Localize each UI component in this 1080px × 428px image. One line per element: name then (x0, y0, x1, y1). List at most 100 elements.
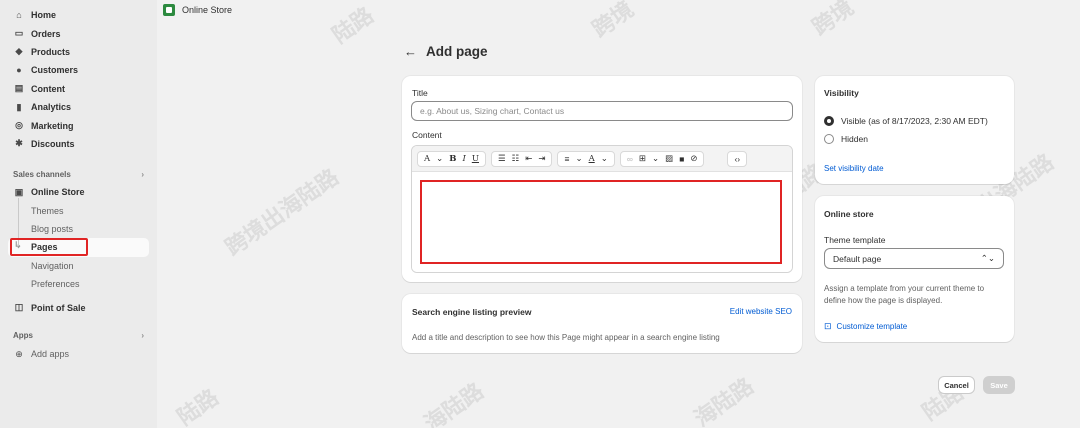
editor-toolbar: A ⌄ B I U ☰ ☷ ⇤ ⇥ ≡ ⌄ A ⌄ ∞ ⊞ ⌄ ▨ ■ ⊘ ‹› (412, 146, 792, 172)
sidebar-item-label: Analytics (31, 102, 72, 113)
sidebar-subitem-label: Themes (31, 205, 64, 216)
align-group: ≡ ⌄ A ⌄ (557, 150, 615, 167)
discount-icon: ✱ (15, 138, 23, 149)
watermark: 海陆路 (690, 373, 759, 428)
highlight-box-editor (420, 180, 782, 264)
orders-icon: ▭ (14, 28, 24, 39)
radio-unselected[interactable] (824, 134, 834, 144)
set-visibility-date-link[interactable]: Set visibility date (824, 164, 884, 173)
sidebar-item-orders[interactable]: ▭ Orders (0, 24, 157, 42)
online-store-title: Online store (824, 209, 874, 219)
select-arrows-icon: ⌃⌄ (980, 253, 995, 263)
sidebar-subitem-blog-posts[interactable]: Blog posts (0, 220, 157, 238)
cancel-button[interactable]: Cancel (938, 376, 975, 394)
sidebar-subitem-label: Blog posts (31, 224, 74, 235)
content-icon: ▤ (14, 83, 24, 94)
radio-selected[interactable] (824, 116, 834, 126)
sales-channels-header[interactable]: Sales channels › (0, 165, 157, 183)
watermark: 跨境 (808, 0, 859, 41)
text-format-group: A ⌄ B I U (417, 150, 486, 167)
sidebar-item-products[interactable]: ◆ Products (0, 43, 157, 61)
sidebar-item-discounts[interactable]: ✱ Discounts (0, 135, 157, 153)
home-icon: ⌂ (16, 10, 22, 21)
seo-description: Add a title and description to see how t… (412, 333, 720, 342)
outdent-icon[interactable]: ⇤ (522, 153, 535, 164)
chevron-down-icon[interactable]: ⌄ (598, 153, 611, 164)
sidebar-item-label: Content (31, 83, 65, 94)
customize-template-link[interactable]: ⊡ Customize template (824, 321, 907, 332)
sidebar-item-home[interactable]: ⌂ Home (0, 6, 157, 24)
list-group: ☰ ☷ ⇤ ⇥ (490, 150, 553, 167)
sidebar-item-label: Customers (31, 65, 79, 76)
underline-button[interactable]: U (469, 154, 482, 164)
sidebar-subitem-themes[interactable]: Themes (0, 202, 157, 220)
online-store-card: Online store Theme template Default page… (815, 196, 1014, 342)
bullet-list-icon[interactable]: ☰ (495, 153, 509, 164)
sidebar-item-point-of-sale[interactable]: ◫ Point of Sale (0, 298, 157, 316)
chevron-right-icon: › (141, 331, 144, 341)
text-color-icon[interactable]: A (586, 154, 598, 164)
watermark: 跨境 (588, 0, 639, 43)
link-icon[interactable]: ∞ (624, 154, 636, 164)
hidden-option[interactable]: Hidden (824, 134, 868, 144)
theme-template-value: Default page (833, 253, 882, 264)
code-view-icon[interactable]: ‹› (731, 154, 743, 164)
sidebar-item-label: Discounts (31, 138, 75, 149)
sidebar-subitem-navigation[interactable]: Navigation (0, 257, 157, 275)
chevron-down-icon[interactable]: ⌄ (649, 153, 662, 164)
sidebar-item-label: Point of Sale (31, 302, 86, 313)
clear-format-icon[interactable]: ⊘ (687, 153, 700, 164)
sidebar-item-analytics[interactable]: ▮ Analytics (0, 98, 157, 116)
sales-channels-label: Sales channels (13, 169, 71, 179)
save-button[interactable]: Save (983, 376, 1015, 394)
plus-circle-icon: ⊕ (15, 348, 23, 359)
apps-header[interactable]: Apps › (0, 327, 157, 345)
theme-template-select[interactable]: Default page ⌃⌄ (824, 248, 1004, 269)
sidebar-item-marketing[interactable]: ◎ Marketing (0, 116, 157, 134)
breadcrumb[interactable]: Online Store (163, 4, 232, 16)
sidebar: ⌂ Home ▭ Orders ◆ Products ● Customers ▤… (0, 0, 157, 428)
bold-button[interactable]: B (446, 154, 459, 164)
highlight-box-pages (10, 238, 88, 256)
title-input[interactable]: e.g. About us, Sizing chart, Contact us (411, 101, 793, 121)
target-icon: ◎ (15, 120, 23, 131)
page-header: ← Add page (404, 44, 488, 59)
code-view-group: ‹› (727, 150, 748, 167)
back-arrow-icon[interactable]: ← (404, 44, 417, 59)
visibility-card: Visibility Visible (as of 8/17/2023, 2:3… (815, 76, 1014, 184)
sidebar-item-add-apps[interactable]: ⊕ Add apps (0, 345, 157, 363)
image-icon[interactable]: ▨ (662, 153, 676, 164)
sidebar-item-label: Products (31, 46, 71, 57)
numbered-list-icon[interactable]: ☷ (509, 153, 523, 164)
indent-icon[interactable]: ⇥ (535, 153, 548, 164)
sidebar-item-content[interactable]: ▤ Content (0, 80, 157, 98)
sidebar-item-label: Add apps (31, 349, 70, 360)
italic-button[interactable]: I (459, 154, 468, 164)
font-style-button[interactable]: A (421, 154, 433, 164)
chevron-down-icon[interactable]: ⌄ (433, 153, 446, 164)
store-icon: ▣ (14, 186, 24, 197)
table-icon[interactable]: ⊞ (636, 153, 649, 164)
title-placeholder: e.g. About us, Sizing chart, Contact us (420, 106, 565, 116)
content-label: Content (412, 130, 442, 140)
sidebar-item-label: Marketing (31, 120, 74, 131)
sidebar-subitem-label: Navigation (31, 260, 74, 271)
visible-option[interactable]: Visible (as of 8/17/2023, 2:30 AM EDT) (824, 116, 988, 126)
watermark: 跨境出海陆路 (221, 164, 344, 262)
visible-label: Visible (as of 8/17/2023, 2:30 AM EDT) (841, 116, 988, 126)
sidebar-item-label: Online Store (31, 187, 85, 198)
chevron-down-icon[interactable]: ⌄ (572, 153, 585, 164)
apps-label: Apps (13, 331, 33, 341)
sidebar-item-customers[interactable]: ● Customers (0, 61, 157, 79)
sidebar-subitem-preferences[interactable]: Preferences (0, 275, 157, 293)
sidebar-item-online-store[interactable]: ▣ Online Store (0, 183, 157, 201)
edit-seo-link[interactable]: Edit website SEO (730, 307, 792, 316)
template-icon: ⊡ (824, 321, 832, 331)
watermark: 陆路 (328, 3, 379, 49)
align-icon[interactable]: ≡ (561, 154, 572, 164)
video-icon[interactable]: ■ (676, 154, 687, 164)
chevron-right-icon: › (141, 169, 144, 179)
customize-template-label: Customize template (836, 322, 908, 331)
page-title: Add page (426, 44, 488, 59)
visibility-title: Visibility (824, 88, 859, 98)
